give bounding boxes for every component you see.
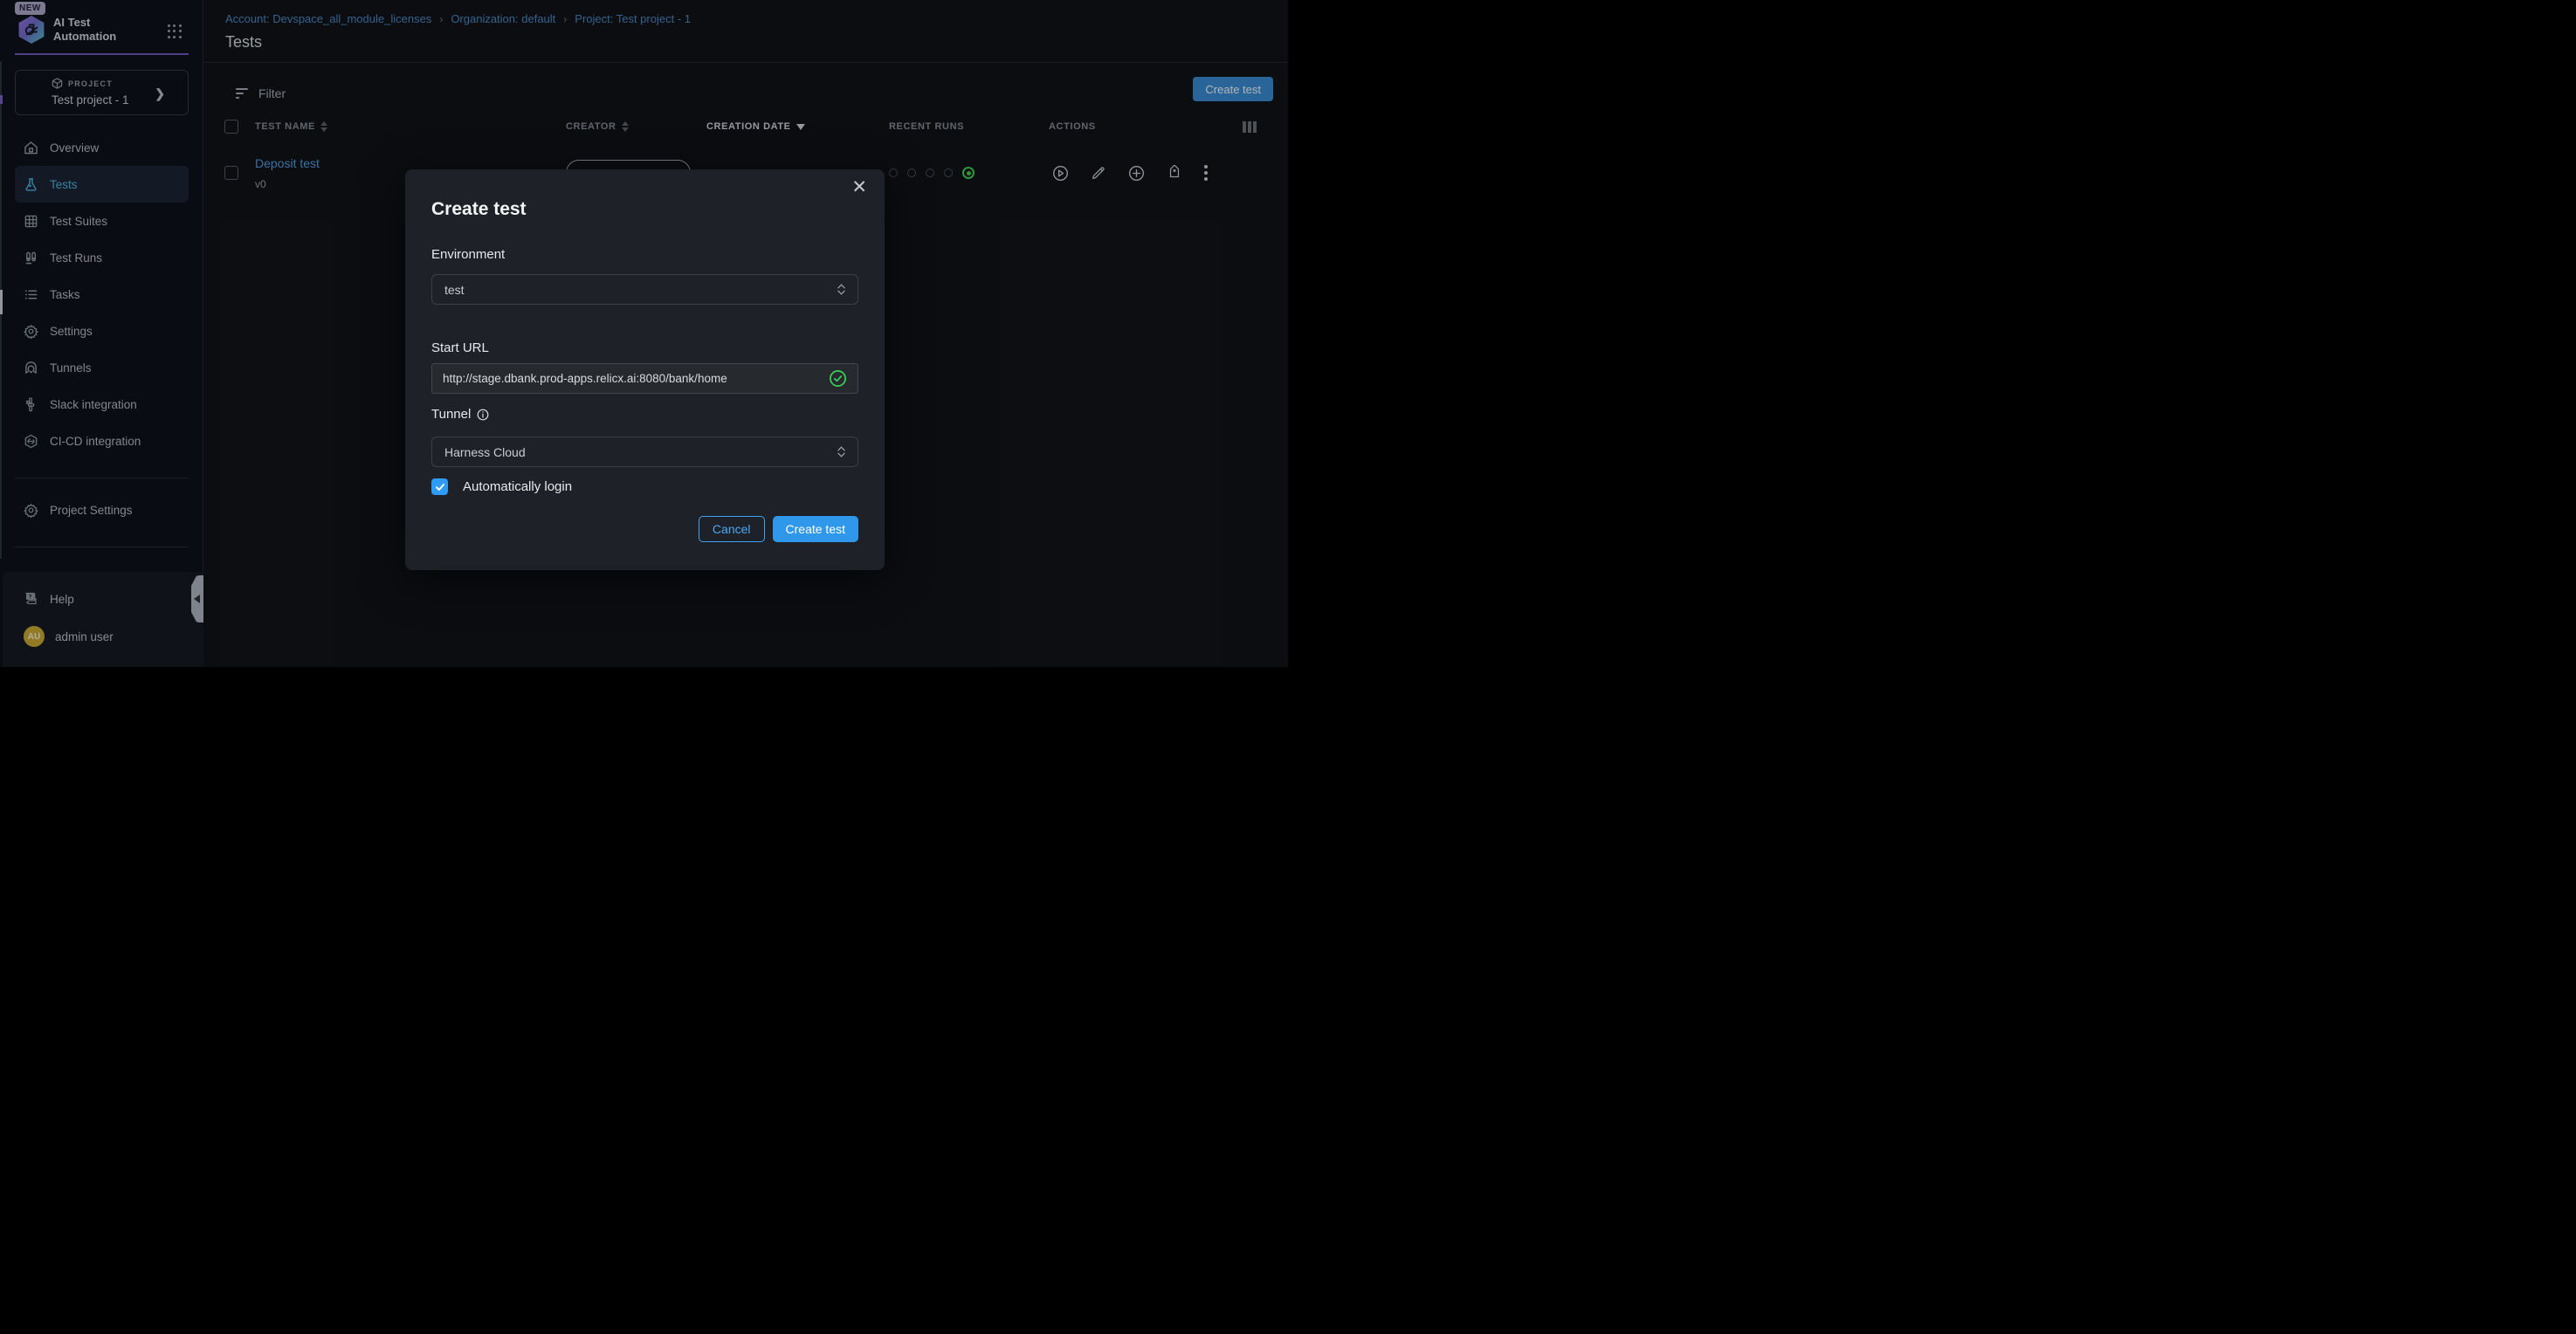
cancel-button[interactable]: Cancel — [699, 516, 765, 542]
tunnel-select[interactable]: Harness Cloud — [431, 437, 858, 467]
app-screen: NEW AI Test Automation — [0, 0, 1288, 667]
check-icon — [435, 482, 445, 492]
start-url-input[interactable] — [443, 372, 829, 385]
select-chevrons-icon — [837, 284, 845, 295]
create-test-modal: ✕ Create test Environment test Start URL… — [405, 169, 885, 570]
environment-select[interactable]: test — [431, 274, 858, 305]
auto-login-label: Automatically login — [463, 479, 572, 494]
close-icon[interactable]: ✕ — [851, 178, 867, 196]
start-url-field — [431, 363, 858, 394]
auto-login-checkbox[interactable] — [431, 478, 448, 495]
start-url-label: Start URL — [431, 340, 489, 355]
environment-label: Environment — [431, 247, 505, 262]
modal-title: Create test — [431, 199, 527, 220]
valid-check-icon — [829, 369, 847, 388]
info-icon[interactable] — [477, 409, 489, 421]
select-chevrons-icon — [837, 446, 845, 457]
modal-create-test-button[interactable]: Create test — [773, 516, 858, 542]
tunnel-label: Tunnel — [431, 407, 489, 422]
